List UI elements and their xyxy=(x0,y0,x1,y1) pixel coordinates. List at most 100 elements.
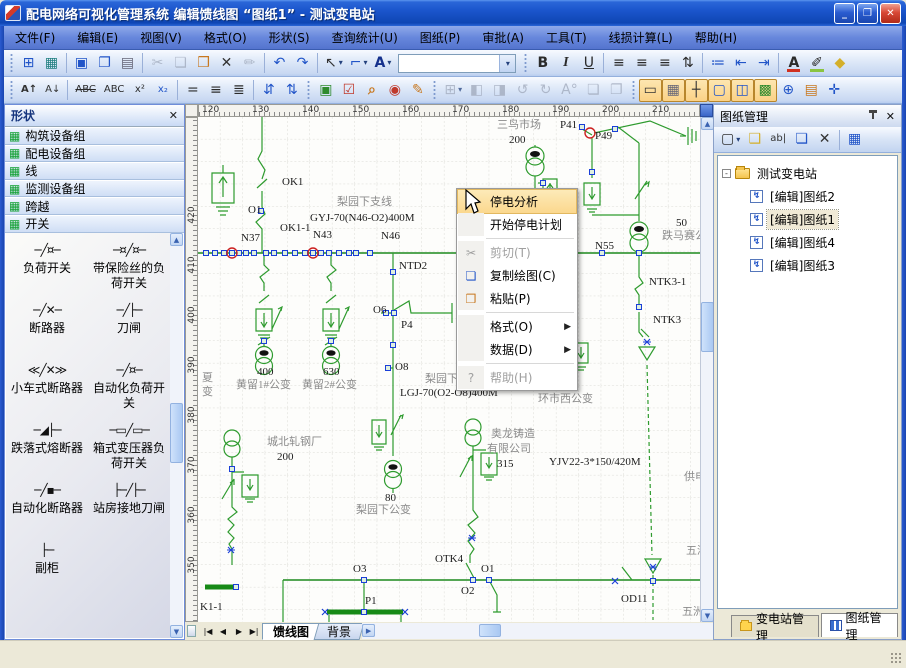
toggle-grid-button[interactable]: ▦ xyxy=(662,79,685,102)
fill-color-button[interactable]: ◆ xyxy=(828,52,851,75)
canvas-corner-button[interactable] xyxy=(700,104,713,117)
print-preview-button[interactable]: ❐ xyxy=(93,52,116,75)
close-button[interactable]: ✕ xyxy=(880,3,901,24)
canvas-horizontal-scrollbar[interactable]: ◀ ▶ xyxy=(362,623,713,639)
menu-item-4[interactable]: 格式(O) xyxy=(193,26,258,49)
pin-icon[interactable] xyxy=(868,110,878,122)
maximize-button[interactable]: ❐ xyxy=(857,3,878,24)
decrease-indent-button[interactable]: ⇤ xyxy=(729,52,752,75)
shapes-scrollbar[interactable]: ▲ ▼ xyxy=(170,233,183,638)
menu-item-10[interactable]: 线损计算(L) xyxy=(598,26,684,49)
tree-expander-icon[interactable]: - xyxy=(722,169,731,178)
menu-item-3[interactable]: 视图(V) xyxy=(129,26,193,49)
resize-grip[interactable] xyxy=(890,652,903,665)
line-spacing-1-button[interactable]: = xyxy=(181,79,204,102)
underline-button[interactable]: U xyxy=(577,52,600,75)
new-drawing-button[interactable]: ⊞ xyxy=(17,52,40,75)
nav-first-button[interactable]: ❘◀ xyxy=(198,622,214,640)
paste-button[interactable]: ❒ xyxy=(192,52,215,75)
stencil-item[interactable]: ─▭╱▭─箱式变压器负荷开关 xyxy=(88,421,170,481)
edit-note-button[interactable]: ✎ xyxy=(406,79,429,102)
close-icon[interactable]: ✕ xyxy=(886,110,895,123)
open-sheet-button[interactable]: ❑ xyxy=(743,128,766,151)
undo-button[interactable]: ↶ xyxy=(268,52,291,75)
properties-button[interactable]: ▤ xyxy=(800,79,823,102)
canvas-vertical-scrollbar[interactable]: ▲ ▼ xyxy=(700,117,713,622)
feeder-diagram-canvas[interactable]: 三鸟市场200P41P49OK1O1OK1-1梨园下支线GYJ-70(N46-O… xyxy=(198,117,700,622)
space-after-paragraph-button[interactable]: ⇅ xyxy=(280,79,303,102)
tab-sheet-management[interactable]: 图纸管理 xyxy=(821,613,898,637)
redo-button[interactable]: ↷ xyxy=(291,52,314,75)
pointer-tool-button[interactable]: ↖▾ xyxy=(321,52,346,75)
stencil-item[interactable]: ─╱✕─断路器 xyxy=(6,301,88,361)
italic-button[interactable]: I xyxy=(554,52,577,75)
align-left-button[interactable]: ≡ xyxy=(607,52,630,75)
menu-item-6[interactable]: 查询统计(U) xyxy=(321,26,409,49)
strikethrough-button[interactable]: ABC xyxy=(71,79,100,102)
shape-group-5[interactable]: ▦跨越 xyxy=(5,197,184,215)
delete-button[interactable]: ✕ xyxy=(215,52,238,75)
search-sheet-button[interactable]: ⌕ xyxy=(360,79,383,102)
nav-previous-button[interactable]: ◀ xyxy=(214,622,230,640)
stencil-item[interactable]: ─╱├─刀闸 xyxy=(88,301,170,361)
tree-sheet-item[interactable]: ↯[编辑]图纸1 xyxy=(750,208,895,231)
shape-group-6[interactable]: ▦开关 xyxy=(5,215,184,233)
menu-item-11[interactable]: 帮助(H) xyxy=(684,26,748,49)
toggle-page-breaks-button[interactable]: ◫ xyxy=(731,79,754,102)
no-strikethrough-button[interactable]: ABC xyxy=(100,79,129,102)
shape-group-2[interactable]: ▦配电设备组 xyxy=(5,145,184,163)
toggle-connection-points-button[interactable]: ▢ xyxy=(708,79,731,102)
menu-item-9[interactable]: 工具(T) xyxy=(535,26,598,49)
tree-sheet-item[interactable]: ↯[编辑]图纸3 xyxy=(750,254,895,277)
stencil-item[interactable]: ≪╱✕≫小车式断路器 xyxy=(6,361,88,421)
close-icon[interactable]: ✕ xyxy=(169,109,178,122)
bullets-button[interactable]: ≔ xyxy=(706,52,729,75)
text-tool-button[interactable]: A▾ xyxy=(371,52,395,75)
toggle-color-scheme-button[interactable]: ▩ xyxy=(754,79,777,102)
stamp-button[interactable]: ◉ xyxy=(383,79,406,102)
menu-item-1[interactable]: 文件(F) xyxy=(4,26,66,49)
align-center-button[interactable]: ≡ xyxy=(630,52,653,75)
sheet-settings-button[interactable]: ▦ xyxy=(843,128,866,151)
scroll-up-icon[interactable]: ▲ xyxy=(170,233,183,246)
scrollbar-thumb[interactable] xyxy=(170,403,183,463)
tree-sheet-item[interactable]: ↯[编辑]图纸2 xyxy=(750,185,895,208)
menu-item-2[interactable]: 编辑(E) xyxy=(66,26,129,49)
stencil-item[interactable]: ─╱¤─负荷开关 xyxy=(6,241,88,301)
connection-tool-button[interactable]: ✛ xyxy=(823,79,846,102)
increase-font-button[interactable]: A↑ xyxy=(17,79,41,102)
align-right-button[interactable]: ≡ xyxy=(653,52,676,75)
minimize-button[interactable]: _ xyxy=(834,3,855,24)
stencil-item[interactable]: ├─副柜 xyxy=(6,541,88,601)
shape-group-3[interactable]: ▦线 xyxy=(5,162,184,180)
toggle-ruler-button[interactable]: ▭ xyxy=(639,79,662,102)
line-spacing-2-button[interactable]: ≣ xyxy=(227,79,250,102)
subscript-button[interactable]: x₂ xyxy=(151,79,174,102)
scheme-monitor-button[interactable]: ▣ xyxy=(314,79,337,102)
device-table-button[interactable]: ▦ xyxy=(40,52,63,75)
tree-sheet-item[interactable]: ↯[编辑]图纸4 xyxy=(750,231,895,254)
font-name-combo[interactable]: ▾ xyxy=(398,54,516,73)
stencil-item[interactable]: ─╱¤─自动化负荷开关 xyxy=(88,361,170,421)
rename-sheet-button[interactable]: ab| xyxy=(766,128,790,151)
font-color-button[interactable]: A xyxy=(782,52,805,75)
connector-tool-button[interactable]: ⌐▾ xyxy=(346,52,371,75)
increase-indent-button[interactable]: ⇥ xyxy=(752,52,775,75)
menu-item-7[interactable]: 图纸(P) xyxy=(409,26,472,49)
tab-substation-management[interactable]: 变电站管理 xyxy=(731,615,819,637)
print-button[interactable]: ▤ xyxy=(116,52,139,75)
menu-format[interactable]: 格式(O)▶ xyxy=(458,315,576,338)
menu-copy-drawing[interactable]: ❏复制绘图(C) xyxy=(458,264,576,287)
menu-start-outage-plan[interactable]: 开始停电计划 xyxy=(458,213,576,236)
nav-next-button[interactable]: ▶ xyxy=(230,622,246,640)
new-sheet-button[interactable]: ▢▾ xyxy=(717,128,743,151)
tab-feeder-diagram[interactable]: 馈线图 xyxy=(262,623,320,640)
menu-item-8[interactable]: 审批(A) xyxy=(471,26,535,49)
space-before-paragraph-button[interactable]: ⇵ xyxy=(257,79,280,102)
shape-group-4[interactable]: ▦监测设备组 xyxy=(5,180,184,198)
menu-paste[interactable]: ❒粘贴(P) xyxy=(458,287,576,310)
stencil-item[interactable]: ├─╱├─站房接地刀闸 xyxy=(88,481,170,541)
menu-data[interactable]: 数据(D)▶ xyxy=(458,338,576,361)
bold-button[interactable]: B xyxy=(531,52,554,75)
tab-split-handle[interactable] xyxy=(187,625,196,637)
